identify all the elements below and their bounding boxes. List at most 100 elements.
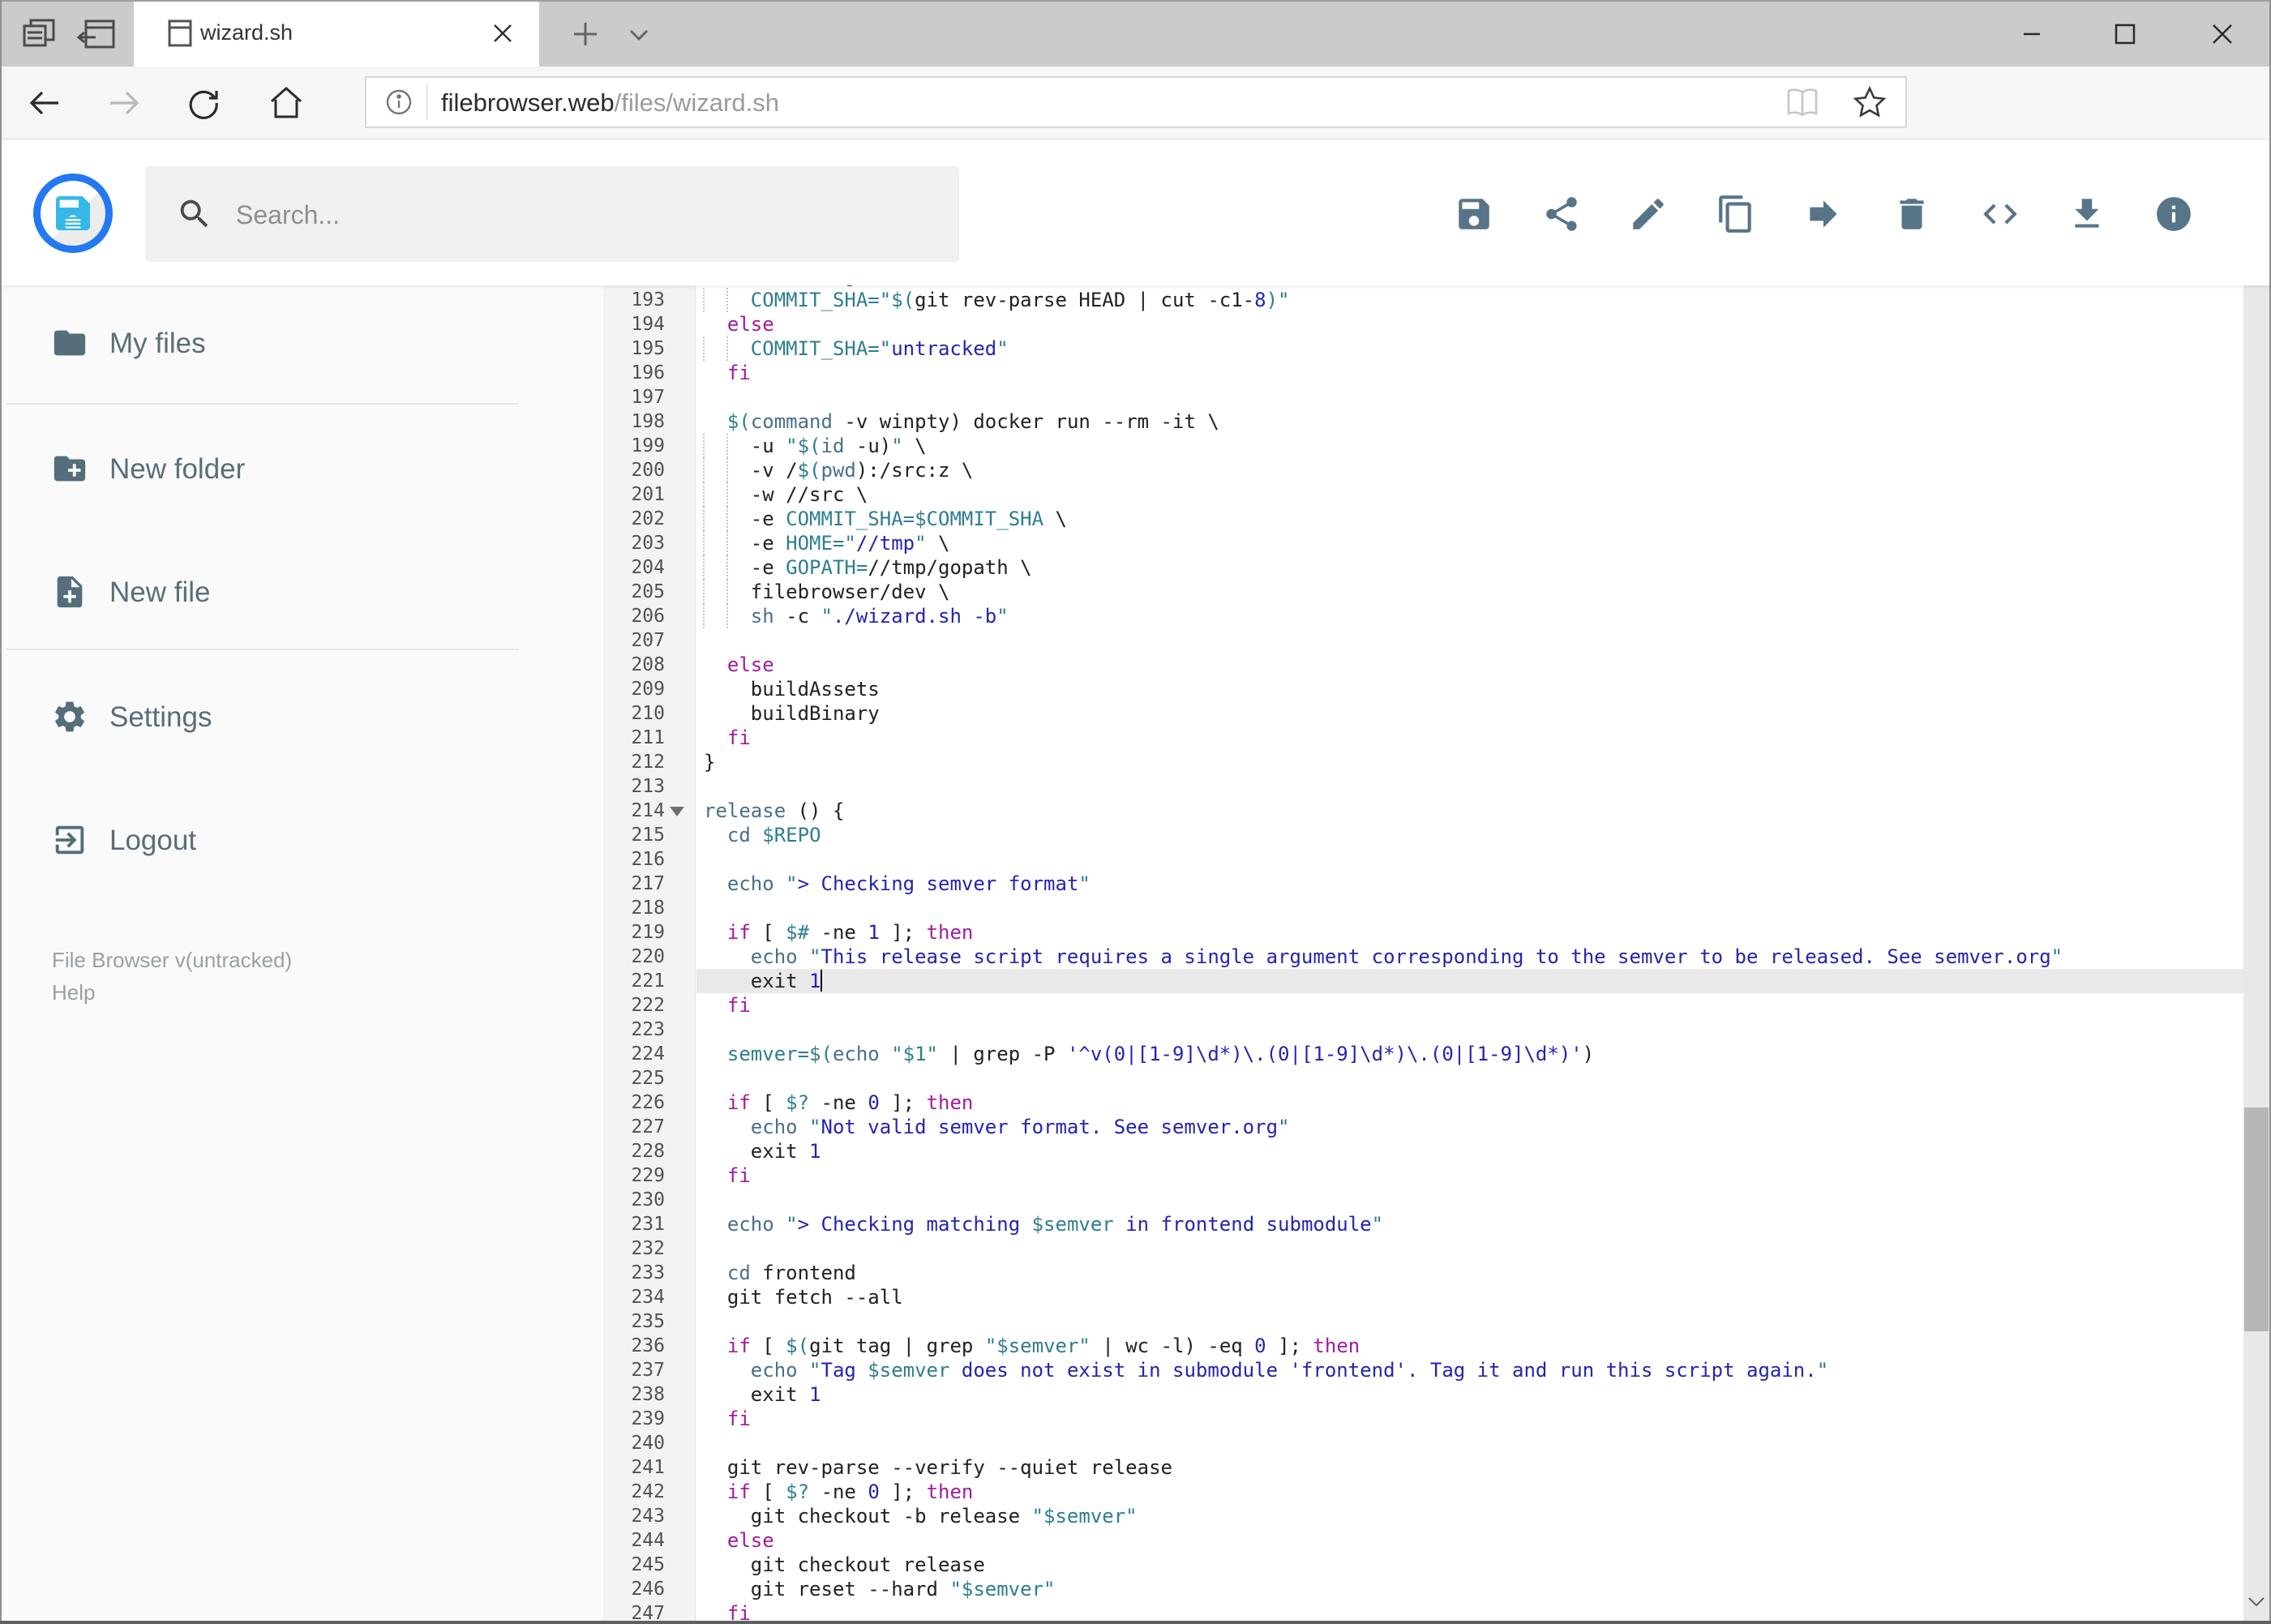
code-line[interactable]: 246 git reset --hard "$semver"	[603, 1577, 2243, 1601]
window-close-button[interactable]	[2194, 16, 2251, 52]
sidebar-item-new-folder[interactable]: New folder	[0, 434, 584, 507]
code-line[interactable]: 194 else	[603, 312, 2243, 336]
code-line[interactable]: 214 release () {	[603, 799, 2243, 823]
back-icon[interactable]	[26, 84, 63, 122]
copy-button[interactable]	[1716, 194, 1756, 234]
code-line[interactable]: 211 fi	[603, 726, 2243, 750]
sidebar-item-my-files[interactable]: My files	[0, 308, 584, 381]
refresh-icon[interactable]	[185, 84, 222, 122]
delete-button[interactable]	[1892, 194, 1932, 234]
code-line[interactable]: 198 $(command -v winpty) docker run --rm…	[603, 409, 2243, 434]
code-line[interactable]: 233 cd frontend	[603, 1261, 2243, 1285]
code-line[interactable]: 201 -w //src \	[603, 482, 2243, 507]
code-line[interactable]: 221 exit 1	[603, 969, 2243, 993]
tab-preview-icon[interactable]	[18, 16, 63, 52]
vertical-scrollbar[interactable]	[2243, 146, 2269, 1621]
code-text: COMMIT_SHA="$(git rev-parse HEAD | cut -…	[750, 289, 1290, 311]
code-line[interactable]: 195 COMMIT_SHA="untracked"	[603, 336, 2243, 361]
code-line[interactable]: 224 semver=$(echo "$1" | grep -P '^v(0|[…	[603, 1042, 2243, 1066]
site-info-icon[interactable]	[384, 88, 413, 117]
code-line[interactable]: 222 fi	[603, 993, 2243, 1018]
url-text: filebrowser.web/files/wizard.sh	[441, 88, 779, 118]
code-editor[interactable]: 192 if [ -d ".git" ]; then193 COMMIT_SHA…	[603, 281, 2243, 1624]
code-line[interactable]: 205 filebrowser/dev \	[603, 580, 2243, 604]
code-line[interactable]: 227 echo "Not valid semver format. See s…	[603, 1115, 2243, 1139]
code-line[interactable]: 240	[603, 1431, 2243, 1455]
new-tab-button[interactable]	[568, 18, 603, 50]
code-line[interactable]: 226 if [ $? -ne 0 ]; then	[603, 1091, 2243, 1115]
code-line[interactable]: 208 else	[603, 653, 2243, 677]
favorite-star-icon[interactable]	[1852, 84, 1888, 120]
code-line[interactable]: 216	[603, 847, 2243, 872]
sidebar-item-settings[interactable]: Settings	[0, 682, 584, 755]
scroll-down-icon[interactable]	[2245, 1590, 2268, 1613]
filebrowser-logo[interactable]	[33, 174, 113, 253]
code-line[interactable]: 245 git checkout release	[603, 1553, 2243, 1577]
code-line[interactable]: 203 -e HOME="//tmp" \	[603, 531, 2243, 555]
code-line[interactable]: 202 -e COMMIT_SHA=$COMMIT_SHA \	[603, 507, 2243, 531]
code-line[interactable]: 209 buildAssets	[603, 677, 2243, 701]
tab-close-icon[interactable]	[489, 19, 516, 47]
code-line[interactable]: 232	[603, 1236, 2243, 1261]
code-line[interactable]: 193 COMMIT_SHA="$(git rev-parse HEAD | c…	[603, 288, 2243, 312]
code-line[interactable]: 236 if [ $(git tag | grep "$semver" | wc…	[603, 1334, 2243, 1358]
forward-icon[interactable]	[105, 84, 143, 122]
code-line[interactable]: 237 echo "Tag $semver does not exist in …	[603, 1358, 2243, 1382]
share-button[interactable]	[1541, 194, 1582, 234]
code-line[interactable]: 210 buildBinary	[603, 701, 2243, 726]
search-box[interactable]	[145, 166, 959, 264]
info-button[interactable]	[2153, 194, 2194, 234]
code-line[interactable]: 225	[603, 1066, 2243, 1091]
move-button[interactable]	[1803, 194, 1844, 234]
code-line[interactable]: 244 else	[603, 1528, 2243, 1553]
home-icon[interactable]	[268, 84, 305, 122]
sidebar-item-logout[interactable]: Logout	[0, 805, 584, 878]
reading-view-icon[interactable]	[1785, 86, 1819, 118]
code-line[interactable]: 234 git fetch --all	[603, 1285, 2243, 1309]
code-line[interactable]: 197	[603, 385, 2243, 409]
code-line[interactable]: 229 fi	[603, 1163, 2243, 1188]
code-line[interactable]: 242 if [ $? -ne 0 ]; then	[603, 1480, 2243, 1504]
set-tabs-aside-icon[interactable]	[75, 16, 120, 52]
line-number: 226	[631, 1092, 665, 1113]
code-line[interactable]: 217 echo "> Checking semver format"	[603, 872, 2243, 896]
code-line[interactable]: 220 echo "This release script requires a…	[603, 945, 2243, 969]
sidebar-item-new-file[interactable]: New file	[0, 557, 584, 630]
code-text: buildAssets	[704, 678, 880, 701]
search-input[interactable]	[234, 166, 935, 264]
code-line[interactable]: 228 exit 1	[603, 1139, 2243, 1163]
save-button[interactable]	[1454, 194, 1494, 234]
code-line[interactable]: 199 -u "$(id -u)" \	[603, 434, 2243, 458]
code-line[interactable]: 223	[603, 1018, 2243, 1042]
code-line[interactable]: 213	[603, 774, 2243, 799]
tab-list-chevron-icon[interactable]	[621, 23, 657, 49]
scrollbar-thumb[interactable]	[2244, 1108, 2269, 1331]
code-line[interactable]: 196 fi	[603, 361, 2243, 385]
code-line[interactable]: 204 -e GOPATH=//tmp/gopath \	[603, 555, 2243, 580]
edit-button[interactable]	[1628, 194, 1669, 234]
code-text: $(command -v winpty) docker run --rm -it…	[726, 410, 1219, 433]
code-line[interactable]: 241 git rev-parse --verify --quiet relea…	[603, 1455, 2243, 1480]
code-line[interactable]: 218	[603, 896, 2243, 920]
code-line[interactable]: 200 -v /$(pwd):/src:z \	[603, 458, 2243, 482]
code-line[interactable]: 230	[603, 1188, 2243, 1212]
code-line[interactable]: 215 cd $REPO	[603, 823, 2243, 847]
code-line[interactable]: 235	[603, 1309, 2243, 1334]
address-bar[interactable]: filebrowser.web/files/wizard.sh	[365, 76, 1907, 128]
browser-tab[interactable]: wizard.sh	[134, 0, 539, 66]
code-line[interactable]: 243 git checkout -b release "$semver"	[603, 1504, 2243, 1528]
code-line[interactable]: 207	[603, 628, 2243, 653]
download-button[interactable]	[2067, 194, 2107, 234]
code-line[interactable]: 239 fi	[603, 1407, 2243, 1431]
fold-marker-icon[interactable]	[670, 807, 684, 816]
code-line[interactable]: 219 if [ $# -ne 1 ]; then	[603, 920, 2243, 945]
raw-code-button[interactable]	[1980, 194, 2020, 234]
code-line[interactable]: 212}	[603, 750, 2243, 774]
code-line[interactable]: 206 sh -c "./wizard.sh -b"	[603, 604, 2243, 628]
window-maximize-button[interactable]	[2097, 16, 2153, 52]
window-minimize-button[interactable]	[2003, 16, 2060, 52]
code-line[interactable]: 231 echo "> Checking matching $semver in…	[603, 1212, 2243, 1236]
line-number: 246	[631, 1579, 665, 1600]
help-link[interactable]: Help	[52, 976, 292, 1009]
code-line[interactable]: 238 exit 1	[603, 1382, 2243, 1407]
